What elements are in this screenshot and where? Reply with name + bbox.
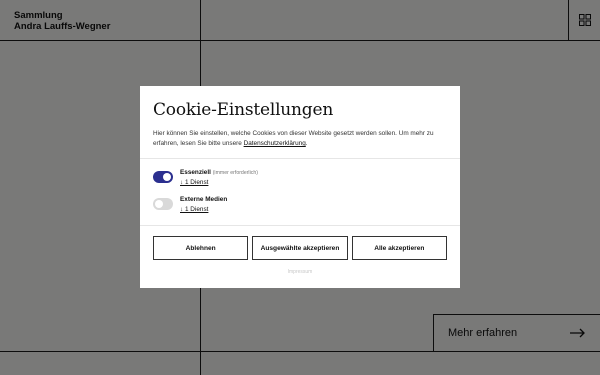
category-label: Externe Medien (180, 196, 227, 203)
accept-all-button[interactable]: Alle akzeptieren (351, 236, 447, 260)
description-text: . (305, 140, 308, 147)
dialog-description: Hier können Sie einstellen, welche Cooki… (153, 129, 449, 149)
decline-button[interactable]: Ablehnen (153, 236, 249, 260)
category-name: Essenziell (180, 169, 211, 176)
category-name: Externe Medien (180, 196, 228, 203)
external-media-toggle[interactable] (153, 198, 173, 210)
category-services-link[interactable]: ↓ 1 Dienst (180, 179, 208, 186)
cookie-dialog: Cookie-Einstellungen Hier können Sie ein… (140, 86, 460, 288)
imprint-link[interactable]: Impressum (140, 269, 460, 275)
accept-selected-button[interactable]: Ausgewählte akzeptieren (252, 236, 348, 260)
category-services-link[interactable]: ↓ 1 Dienst (180, 206, 208, 213)
toggle-knob (155, 200, 163, 208)
category-note: (immer erforderlich) (212, 170, 258, 176)
dialog-title: Cookie-Einstellungen (153, 100, 334, 120)
essential-toggle[interactable] (153, 171, 173, 183)
dialog-buttons: Ablehnen Ausgewählte akzeptieren Alle ak… (153, 236, 447, 260)
toggle-knob (163, 173, 171, 181)
category-label: Essenziell (immer erforderlich) (180, 169, 258, 176)
divider (140, 158, 460, 159)
privacy-link[interactable]: Datenschutzerklärung (244, 140, 306, 147)
divider (140, 225, 460, 226)
